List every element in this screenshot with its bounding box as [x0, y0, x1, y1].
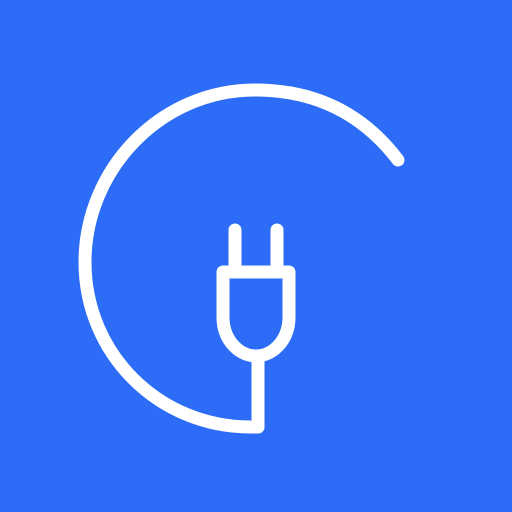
- app-icon: [0, 0, 512, 512]
- plug-logo-icon: [0, 0, 512, 512]
- icon-background: [0, 0, 512, 512]
